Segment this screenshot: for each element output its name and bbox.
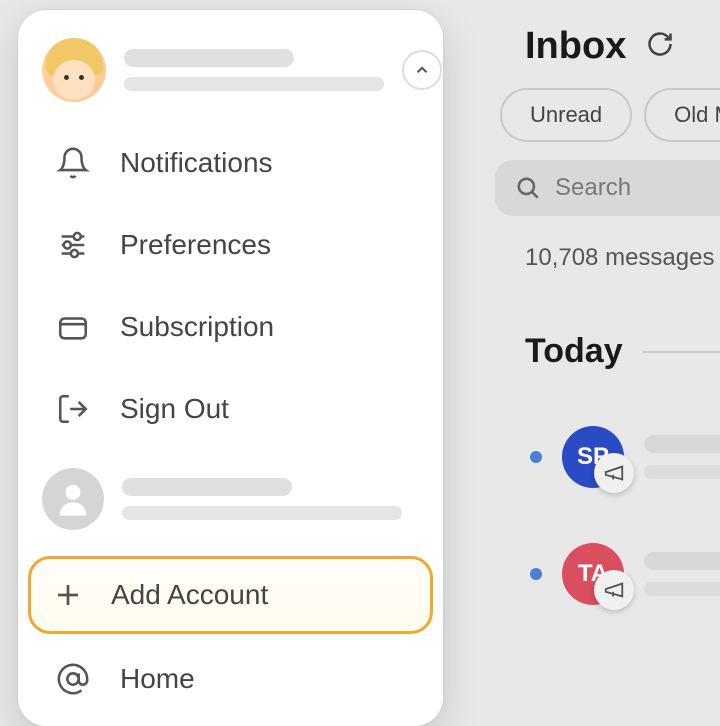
menu-label: Home [120,663,195,695]
collapse-button[interactable] [402,50,442,90]
menu-home[interactable]: Home [18,642,443,706]
inbox-header: Inbox [495,25,720,68]
add-account-button[interactable]: Add Account [28,556,433,634]
menu-label: Subscription [120,311,274,343]
wallet-icon [54,308,92,346]
message-row[interactable]: TA [525,543,720,605]
today-section: Today SP TA [495,332,720,605]
menu-label: Sign Out [120,393,229,425]
unread-dot-icon [530,568,542,580]
refresh-icon[interactable] [646,30,674,63]
menu-label: Notifications [120,147,273,179]
message-preview [644,435,720,479]
account-info-placeholder [124,49,384,91]
divider [643,351,720,353]
current-account[interactable] [18,30,443,122]
menu-label: Preferences [120,229,271,261]
filter-pills: Unread Old M [495,88,720,142]
bell-icon [54,144,92,182]
add-account-label: Add Account [111,579,268,611]
menu-preferences[interactable]: Preferences [18,204,443,286]
account-menu: Notifications Preferences Subscription [18,10,443,726]
account-info-placeholder [122,478,419,520]
megaphone-icon [594,570,634,610]
search-icon [515,175,541,201]
message-preview [644,552,720,596]
secondary-account[interactable] [18,450,443,536]
menu-signout[interactable]: Sign Out [18,368,443,450]
message-count: 10,708 messages [495,244,720,272]
person-icon [42,468,104,530]
today-label: Today [525,332,623,371]
signout-icon [54,390,92,428]
sliders-icon [54,226,92,264]
inbox-title: Inbox [525,25,626,68]
plus-icon [53,580,83,610]
menu-subscription[interactable]: Subscription [18,286,443,368]
chevron-up-icon [413,61,431,79]
avatar: TA [562,543,624,605]
megaphone-icon [594,453,634,493]
at-icon [54,660,92,698]
message-row[interactable]: SP [525,426,720,488]
filter-old[interactable]: Old M [644,88,720,142]
avatar: SP [562,426,624,488]
search-placeholder: Search [555,174,631,202]
filter-unread[interactable]: Unread [500,88,632,142]
search-input[interactable]: Search [495,160,720,216]
memoji-avatar-icon [42,38,106,102]
menu-notifications[interactable]: Notifications [18,122,443,204]
today-header: Today [525,332,720,371]
unread-dot-icon [530,451,542,463]
inbox-main: Inbox Unread Old M Search 10,708 message… [495,0,720,678]
